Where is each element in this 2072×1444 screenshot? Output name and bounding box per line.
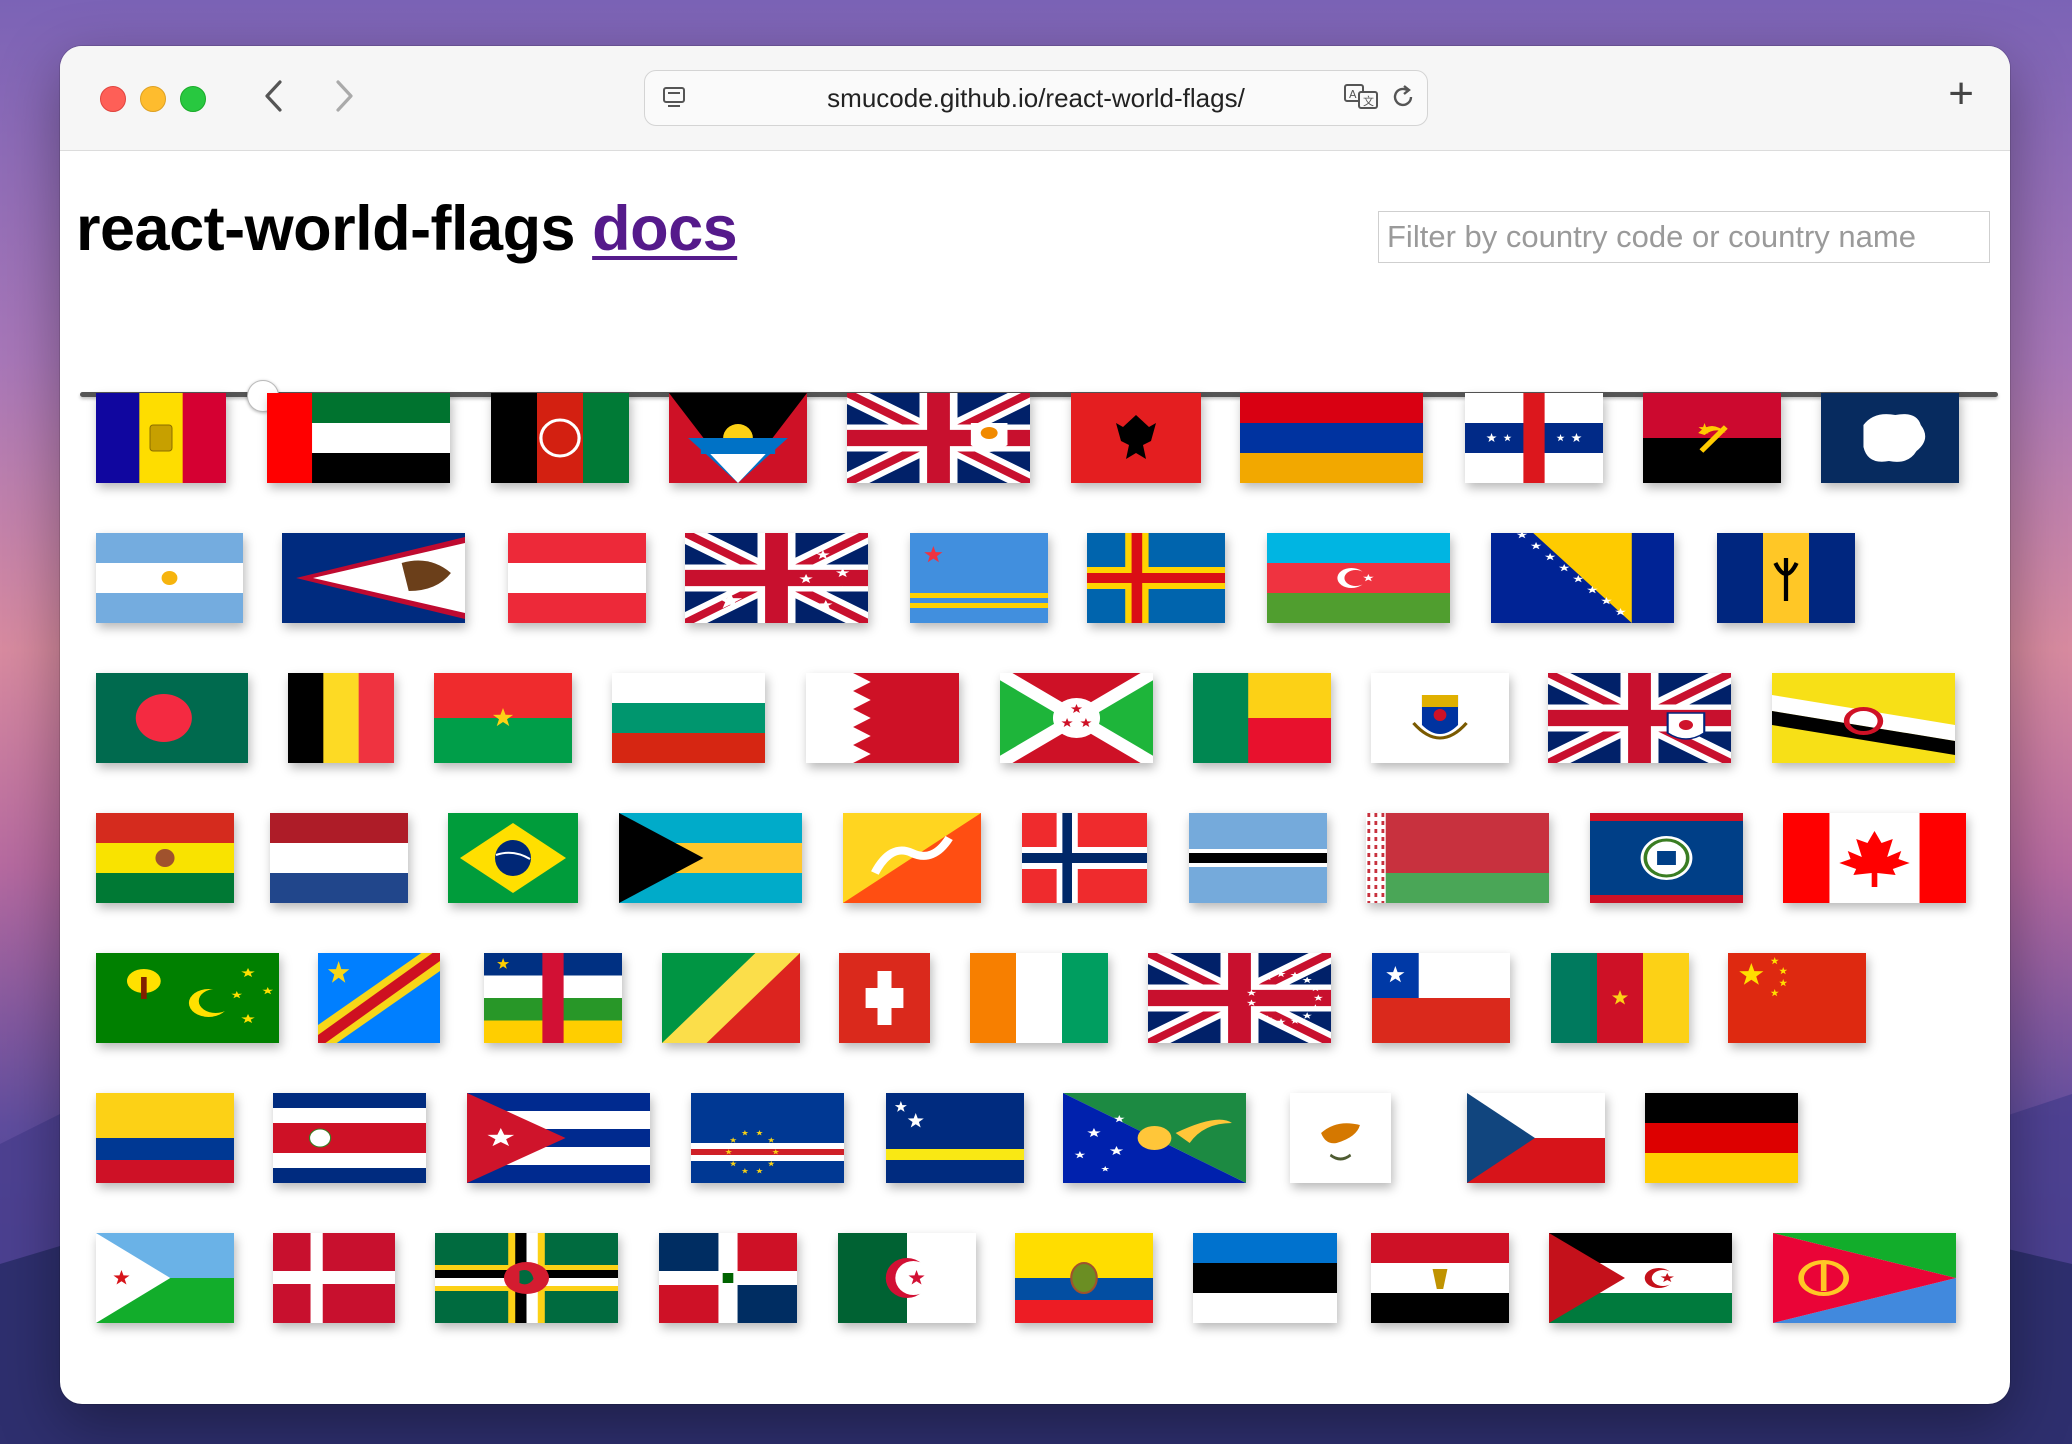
flag-cx[interactable] [1063,1093,1246,1183]
flag-ck[interactable] [1148,953,1331,1043]
flag-bh[interactable] [806,673,959,763]
flag-cg[interactable] [662,953,800,1043]
flag-aq[interactable] [1821,393,1959,483]
url-text: smucode.github.io/react-world-flags/ [827,82,1245,113]
page-content: react-world-flags docs [60,151,2010,1404]
flag-ee[interactable] [1193,1233,1337,1323]
flag-cu[interactable] [467,1093,650,1183]
flag-bi[interactable] [1000,673,1153,763]
flag-grid [60,151,2010,1404]
flag-bn[interactable] [1772,673,1955,763]
flag-dm[interactable] [435,1233,618,1323]
flag-ec[interactable] [1015,1233,1153,1323]
flag-ao[interactable] [1643,393,1781,483]
flag-ch[interactable] [839,953,930,1043]
flag-at[interactable] [508,533,646,623]
flag-bs[interactable] [619,813,802,903]
flag-cf[interactable] [484,953,622,1043]
flag-br[interactable] [448,813,578,903]
page-icon[interactable] [661,85,687,118]
flag-dj[interactable] [96,1233,234,1323]
flag-bq[interactable] [270,813,408,903]
flag-an[interactable] [1465,393,1603,483]
browser-toolbar: smucode.github.io/react-world-flags/ A文 … [60,46,2010,151]
flag-cr[interactable] [273,1093,426,1183]
flag-af[interactable] [491,393,629,483]
flag-bv[interactable] [1022,813,1147,903]
browser-window: smucode.github.io/react-world-flags/ A文 … [60,46,2010,1404]
address-bar[interactable]: smucode.github.io/react-world-flags/ A文 [644,70,1428,126]
flag-cw[interactable] [886,1093,1024,1183]
reload-icon[interactable] [1389,83,1417,118]
flag-ad[interactable] [96,393,226,483]
flag-by[interactable] [1366,813,1549,903]
flag-ar[interactable] [96,533,243,623]
flag-al[interactable] [1071,393,1201,483]
flag-au[interactable] [685,533,868,623]
flag-bg[interactable] [612,673,765,763]
flag-cd[interactable] [318,953,440,1043]
flag-co[interactable] [96,1093,234,1183]
flag-de[interactable] [1645,1093,1798,1183]
flag-cl[interactable] [1372,953,1510,1043]
flag-ae[interactable] [267,393,450,483]
flag-cz[interactable] [1467,1093,1605,1183]
flag-dk[interactable] [273,1233,395,1323]
flag-ba[interactable] [1491,533,1674,623]
flag-bo[interactable] [96,813,234,903]
flag-ai[interactable] [847,393,1030,483]
flag-as[interactable] [282,533,465,623]
flag-eg[interactable] [1371,1233,1509,1323]
flag-cc[interactable] [96,953,279,1043]
flag-bf[interactable] [434,673,572,763]
flag-ag[interactable] [669,393,807,483]
flag-dz[interactable] [838,1233,976,1323]
flag-be[interactable] [288,673,394,763]
minimize-window-button[interactable] [140,86,166,112]
flag-ax[interactable] [1087,533,1225,623]
flag-ci[interactable] [970,953,1108,1043]
flag-cv[interactable] [691,1093,844,1183]
flag-bt[interactable] [843,813,981,903]
flag-bm[interactable] [1548,673,1731,763]
close-window-button[interactable] [100,86,126,112]
flag-bw[interactable] [1189,813,1327,903]
svg-text:文: 文 [1363,94,1374,108]
flag-bj[interactable] [1193,673,1331,763]
flag-az[interactable] [1267,533,1450,623]
flag-eh[interactable] [1549,1233,1732,1323]
flag-cn[interactable] [1728,953,1866,1043]
flag-bl[interactable] [1371,673,1509,763]
forward-icon[interactable] [324,76,364,116]
flag-ca[interactable] [1783,813,1966,903]
flag-cy[interactable] [1290,1093,1391,1183]
maximize-window-button[interactable] [180,86,206,112]
back-icon[interactable] [254,76,294,116]
flag-do[interactable] [659,1233,797,1323]
flag-bb[interactable] [1717,533,1855,623]
flag-aw[interactable] [910,533,1048,623]
flag-cm[interactable] [1551,953,1689,1043]
flag-er[interactable] [1773,1233,1956,1323]
flag-bd[interactable] [96,673,248,763]
new-tab-icon[interactable]: + [1948,72,1974,116]
svg-text:A: A [1349,88,1357,101]
flag-bz[interactable] [1590,813,1743,903]
translate-icon[interactable]: A文 [1343,83,1381,118]
flag-am[interactable] [1240,393,1423,483]
